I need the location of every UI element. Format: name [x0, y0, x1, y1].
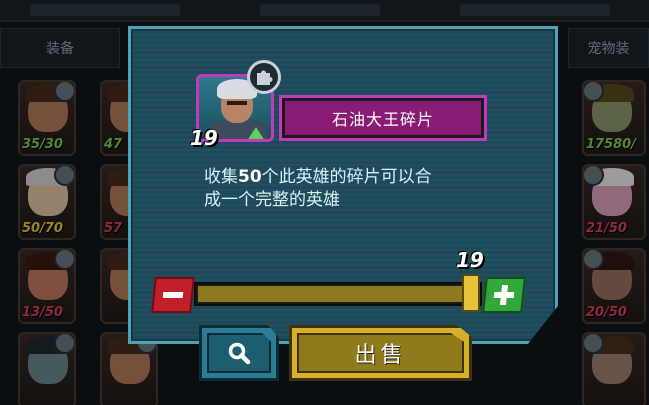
decrease-quantity-button[interactable]: [151, 277, 195, 313]
game-screen: 装备 宠物装 35/30 50/70 13/50 47 57 17580/ 21…: [0, 0, 649, 405]
view-hero-button[interactable]: [199, 325, 279, 381]
description-text: 收集: [204, 167, 238, 187]
required-fragment-count: 50: [238, 167, 262, 187]
rank-triangle-icon: [247, 127, 265, 139]
description-text: 成一个完整的英雄: [204, 190, 340, 210]
quantity-slider-track[interactable]: [194, 282, 482, 306]
increase-quantity-button[interactable]: [482, 277, 526, 313]
sell-button-label: 出售: [354, 343, 407, 368]
selected-quantity: 19: [456, 248, 484, 272]
description-text: 个此英雄的碎片可以合: [261, 167, 432, 187]
fragment-name-box: 石油大王碎片: [279, 95, 487, 141]
magnifier-icon: [228, 342, 251, 365]
quantity-slider-fill: [198, 286, 466, 302]
hero-level: 19: [190, 126, 218, 150]
minus-icon: [162, 292, 184, 298]
fragment-description: 收集50个此英雄的碎片可以合 成一个完整的英雄: [204, 166, 504, 212]
sell-button[interactable]: 出售: [289, 325, 472, 381]
quantity-slider-thumb[interactable]: [462, 274, 480, 312]
puzzle-piece-icon: [247, 60, 281, 94]
fragment-name: 石油大王碎片: [331, 110, 434, 129]
